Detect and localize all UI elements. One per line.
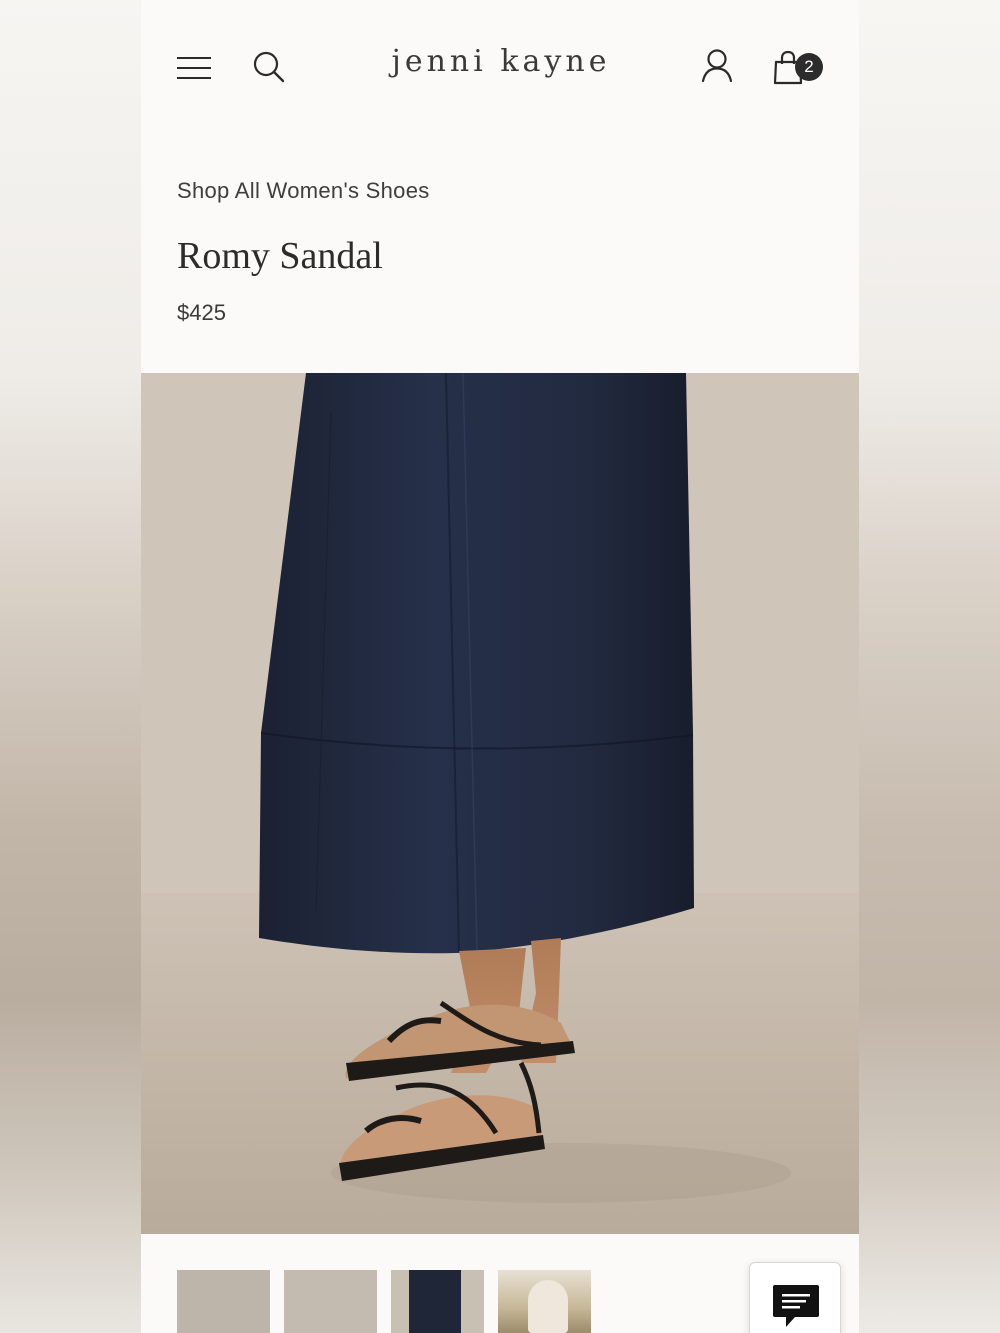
product-hero-image[interactable] (141, 373, 859, 1234)
thumbnail-4-figure (528, 1280, 568, 1333)
product-price: $425 (177, 300, 226, 325)
hero-photo-illustration (141, 373, 859, 1234)
breadcrumb-link[interactable]: Shop All Women's Shoes (177, 178, 430, 204)
blurred-background-left (0, 0, 141, 1333)
site-header: jenni kayne 2 (141, 0, 859, 135)
cart-count-badge[interactable]: 2 (795, 53, 823, 81)
blurred-background-right (859, 0, 1000, 1333)
thumbnail-2[interactable] (284, 1270, 377, 1333)
hamburger-menu-icon[interactable] (177, 55, 213, 81)
thumbnail-4[interactable] (498, 1270, 591, 1333)
chat-bubble-icon (773, 1285, 819, 1327)
thumbnail-3-skirt (409, 1270, 461, 1333)
search-icon[interactable] (252, 50, 286, 84)
thumbnail-3[interactable] (391, 1270, 484, 1333)
product-page: jenni kayne 2 Shop All Women's Shoes Rom… (141, 0, 859, 1333)
user-icon[interactable] (699, 48, 735, 84)
chat-button[interactable] (749, 1262, 841, 1333)
product-title: Romy Sandal (177, 235, 383, 277)
brand-logo[interactable]: jenni kayne (341, 44, 661, 79)
thumbnail-1[interactable] (177, 1270, 270, 1333)
